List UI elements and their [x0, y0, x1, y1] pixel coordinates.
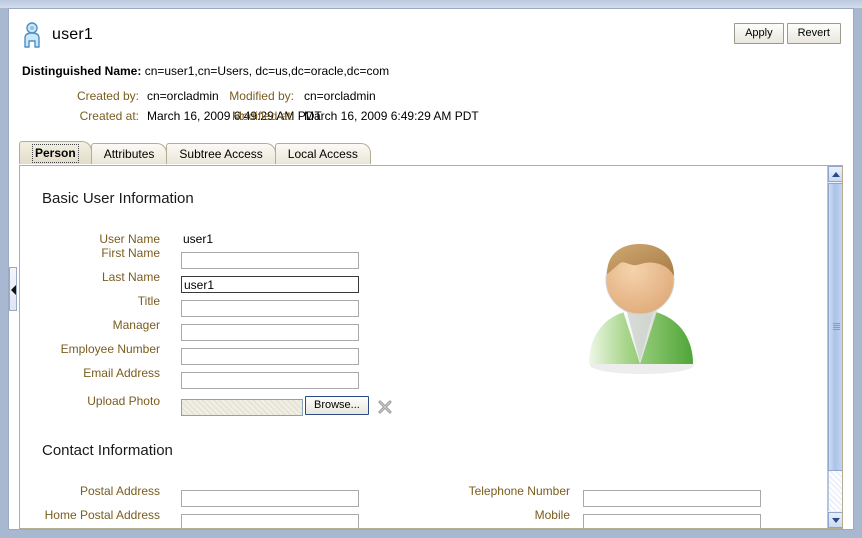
- upload-photo-label: Upload Photo: [87, 394, 160, 408]
- user-name-label: User Name: [99, 232, 160, 246]
- person-icon: [24, 22, 40, 48]
- page-title: user1: [52, 26, 94, 43]
- distinguished-name-label: Distinguished Name:: [22, 64, 142, 78]
- modified-by-value: cn=orcladmin: [304, 89, 376, 103]
- tab-subtree-access-label: Subtree Access: [179, 147, 263, 161]
- tab-person[interactable]: Person: [19, 141, 92, 164]
- tab-subtree-access[interactable]: Subtree Access: [166, 143, 276, 164]
- tab-strip: Person Attributes Subtree Access Local A…: [19, 140, 371, 164]
- home-postal-address-input[interactable]: [181, 514, 359, 528]
- created-at-label: Created at:: [79, 109, 139, 123]
- vertical-scrollbar[interactable]: [827, 166, 842, 528]
- form-panel-body: Basic User Information User Name user1 F…: [20, 166, 827, 528]
- window-top-chrome: [0, 0, 862, 8]
- tab-bar: Person Attributes Subtree Access Local A…: [9, 137, 853, 165]
- first-name-input[interactable]: [181, 252, 359, 269]
- mobile-label: Mobile: [534, 508, 570, 522]
- tab-attributes[interactable]: Attributes: [90, 143, 168, 164]
- scroll-track[interactable]: [828, 471, 842, 511]
- home-postal-address-label: Home Postal Address: [44, 508, 160, 522]
- employee-number-input[interactable]: [181, 348, 359, 365]
- apply-button[interactable]: Apply: [734, 23, 784, 44]
- user-name-value: user1: [183, 232, 214, 246]
- window-content: user1 Apply Revert Distinguished Name: c…: [8, 8, 854, 530]
- manager-label: Manager: [112, 318, 160, 332]
- employee-number-label: Employee Number: [60, 342, 160, 356]
- application-window: user1 Apply Revert Distinguished Name: c…: [0, 0, 862, 538]
- contact-information-title: Contact Information: [42, 442, 173, 459]
- title-label: Title: [137, 294, 160, 308]
- scroll-down-arrow-icon: [832, 518, 840, 523]
- window-right-chrome: [854, 8, 862, 538]
- postal-address-input[interactable]: [181, 490, 359, 507]
- upload-photo-field[interactable]: [181, 399, 303, 416]
- scroll-thumb[interactable]: [828, 183, 842, 471]
- window-bottom-chrome: [0, 530, 862, 538]
- basic-user-information-title: Basic User Information: [42, 190, 194, 207]
- collapse-panel-handle[interactable]: [9, 267, 17, 311]
- clear-x-icon[interactable]: [377, 399, 393, 415]
- scroll-down-button[interactable]: [828, 512, 842, 528]
- scroll-thumb-grip-icon: [833, 323, 840, 331]
- tab-local-access-label: Local Access: [287, 147, 358, 161]
- last-name-label: Last Name: [101, 270, 160, 284]
- email-address-label: Email Address: [83, 366, 160, 380]
- first-name-label: First Name: [101, 246, 160, 260]
- modified-by-label: Modified by:: [229, 89, 294, 103]
- browse-button[interactable]: Browse...: [305, 396, 369, 415]
- title-input[interactable]: [181, 300, 359, 317]
- email-address-input[interactable]: [181, 372, 359, 389]
- modified-at-value: March 16, 2009 6:49:29 AM PDT: [304, 109, 479, 123]
- scroll-up-arrow-icon: [832, 172, 840, 177]
- header-action-buttons: Apply Revert: [734, 23, 841, 44]
- modified-at-label: Modified at:: [231, 109, 294, 123]
- scroll-up-button[interactable]: [828, 166, 842, 182]
- tab-attributes-label: Attributes: [103, 147, 155, 161]
- telephone-number-input[interactable]: [583, 490, 761, 507]
- postal-address-label: Postal Address: [79, 484, 160, 498]
- tab-person-label: Person: [32, 144, 79, 163]
- revert-button[interactable]: Revert: [786, 23, 841, 44]
- window-left-chrome: [0, 8, 8, 538]
- distinguished-name-value: cn=user1,cn=Users, dc=us,dc=oracle,dc=co…: [144, 64, 390, 78]
- created-by-label: Created by:: [76, 89, 139, 103]
- distinguished-name-line: Distinguished Name: cn=user1,cn=Users, d…: [22, 64, 389, 78]
- collapse-left-arrow-icon: [11, 285, 16, 295]
- form-panel: Basic User Information User Name user1 F…: [19, 165, 843, 529]
- audit-metadata: Created by: cn=orcladmin Created at: Mar…: [9, 89, 853, 129]
- page-header: user1 Apply Revert Distinguished Name: c…: [9, 9, 853, 137]
- tab-local-access[interactable]: Local Access: [274, 143, 371, 164]
- mobile-input[interactable]: [583, 514, 761, 528]
- last-name-input[interactable]: [181, 276, 359, 293]
- page-title-row: user1: [21, 20, 93, 50]
- telephone-number-label: Telephone Number: [468, 484, 570, 498]
- user-avatar-image: [589, 244, 694, 374]
- manager-input[interactable]: [181, 324, 359, 341]
